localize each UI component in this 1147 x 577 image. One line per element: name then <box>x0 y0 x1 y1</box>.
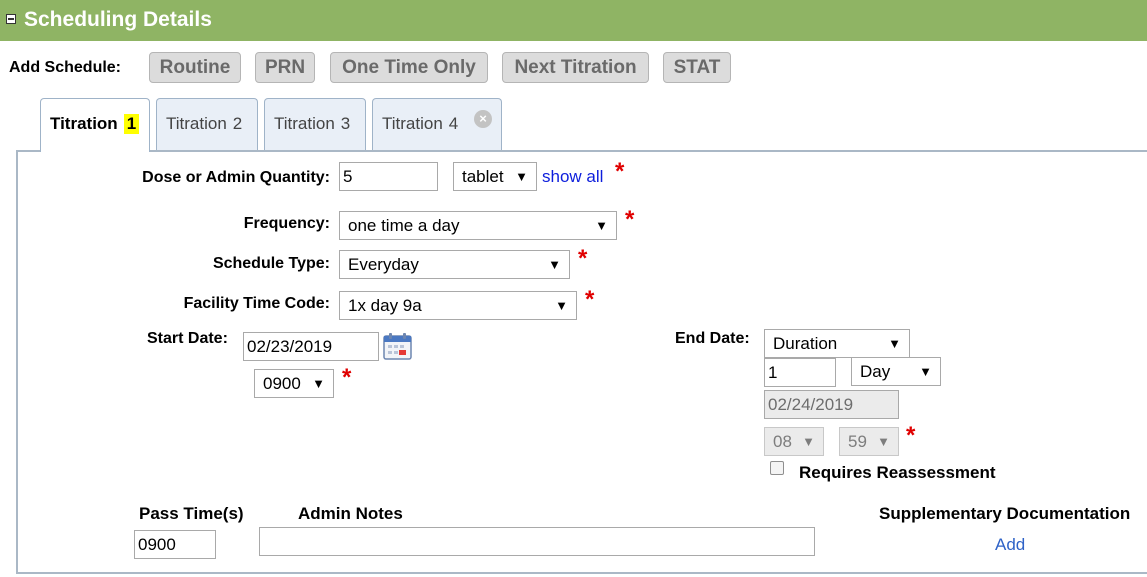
prn-button[interactable]: PRN <box>255 52 315 83</box>
required-marker: * <box>342 364 352 391</box>
tab-label: Titration <box>382 114 443 133</box>
next-titration-button[interactable]: Next Titration <box>502 52 649 83</box>
required-marker: * <box>615 158 625 185</box>
required-marker: * <box>625 206 635 233</box>
end-hour-select: 08 ▼ <box>764 427 824 456</box>
chevron-down-icon: ▼ <box>802 434 815 449</box>
tab-label: Titration <box>50 114 118 133</box>
routine-button[interactable]: Routine <box>149 52 241 83</box>
tab-number: 2 <box>232 114 243 133</box>
tab-number: 1 <box>123 114 140 134</box>
start-date-label: Start Date: <box>147 330 228 347</box>
dose-unit-value: tablet <box>462 167 504 186</box>
tab-number: 3 <box>340 114 351 133</box>
collapse-icon[interactable] <box>6 14 16 24</box>
add-schedule-label: Add Schedule: <box>9 59 122 76</box>
chevron-down-icon: ▼ <box>888 336 901 351</box>
end-date-label: End Date: <box>675 330 750 347</box>
duration-amount-input[interactable]: 1 <box>764 358 836 387</box>
frequency-value: one time a day <box>348 216 460 235</box>
calendar-icon[interactable] <box>383 332 412 360</box>
pass-times-label: Pass Time(s) <box>139 504 244 523</box>
supplementary-add-link[interactable]: Add <box>995 535 1025 555</box>
stat-button[interactable]: STAT <box>663 52 731 83</box>
end-date-type-value: Duration <box>773 334 838 353</box>
end-date-type-select[interactable]: Duration ▼ <box>764 329 910 358</box>
tab-label: Titration <box>166 114 227 133</box>
end-minute-select: 59 ▼ <box>839 427 899 456</box>
duration-unit-select[interactable]: Day ▼ <box>851 357 941 386</box>
chevron-down-icon: ▼ <box>555 298 568 313</box>
facility-time-code-value: 1x day 9a <box>348 296 422 315</box>
facility-time-code-label: Facility Time Code: <box>183 295 330 312</box>
pass-time-input[interactable]: 0900 <box>134 530 216 559</box>
schedule-type-label: Schedule Type: <box>212 255 330 272</box>
start-date-input[interactable]: 02/23/2019 <box>243 332 379 361</box>
chevron-down-icon: ▼ <box>312 376 325 391</box>
admin-notes-label: Admin Notes <box>298 504 403 523</box>
tab-label: Titration <box>274 114 335 133</box>
chevron-down-icon: ▼ <box>515 169 528 184</box>
end-hour-value: 08 <box>773 432 792 451</box>
required-marker: * <box>585 286 595 313</box>
required-marker: * <box>906 422 916 449</box>
end-date-input: 02/24/2019 <box>764 390 899 419</box>
requires-reassessment-checkbox[interactable] <box>770 461 784 475</box>
required-marker: * <box>578 245 588 272</box>
chevron-down-icon: ▼ <box>595 218 608 233</box>
chevron-down-icon: ▼ <box>877 434 890 449</box>
facility-time-code-select[interactable]: 1x day 9a ▼ <box>339 291 577 320</box>
close-circle-icon[interactable]: × <box>474 110 492 128</box>
chevron-down-icon: ▼ <box>548 257 561 272</box>
dose-unit-select[interactable]: tablet ▼ <box>453 162 537 191</box>
dose-quantity-input[interactable]: 5 <box>339 162 438 191</box>
dose-label: Dose or Admin Quantity: <box>142 169 330 186</box>
admin-notes-input[interactable] <box>259 527 815 556</box>
one-time-only-button[interactable]: One Time Only <box>330 52 488 83</box>
tab-number: 4 <box>448 114 459 133</box>
schedule-type-value: Everyday <box>348 255 419 274</box>
requires-reassessment-label: Requires Reassessment <box>799 463 996 482</box>
section-title: Scheduling Details <box>24 8 212 31</box>
frequency-select[interactable]: one time a day ▼ <box>339 211 617 240</box>
chevron-down-icon: ▼ <box>919 364 932 379</box>
tab-titration-1[interactable]: Titration 1 <box>40 98 150 152</box>
duration-unit-value: Day <box>860 362 891 381</box>
frequency-label: Frequency: <box>243 215 330 232</box>
schedule-type-select[interactable]: Everyday ▼ <box>339 250 570 279</box>
end-minute-value: 59 <box>848 432 867 451</box>
tab-titration-3[interactable]: Titration 3 <box>264 98 366 150</box>
show-all-link[interactable]: show all <box>542 167 603 187</box>
supplementary-documentation-label: Supplementary Documentation <box>879 504 1131 523</box>
start-time-select[interactable]: 0900 ▼ <box>254 369 334 398</box>
start-time-value: 0900 <box>263 374 301 393</box>
tab-titration-2[interactable]: Titration 2 <box>156 98 258 150</box>
